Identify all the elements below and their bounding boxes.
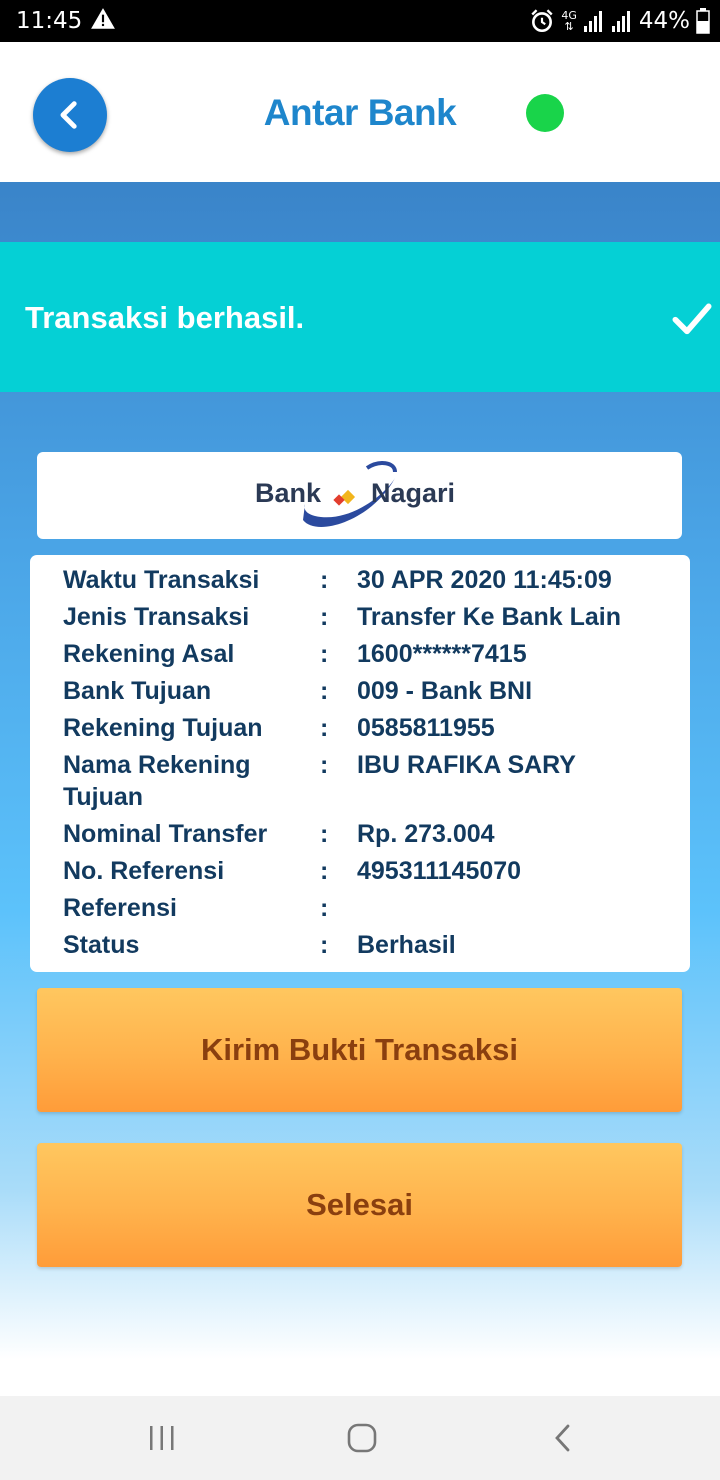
detail-separator: : xyxy=(320,603,329,631)
detail-value: 1600******7415 xyxy=(357,640,527,668)
detail-label: Status xyxy=(63,931,140,959)
success-banner: Transaksi berhasil. xyxy=(0,242,720,392)
system-nav-bar xyxy=(0,1396,720,1480)
check-icon xyxy=(672,303,712,335)
detail-row: Nama Rekening Tujuan: IBU RAFIKA SARY xyxy=(30,749,690,813)
detail-label: No. Referensi xyxy=(63,857,225,885)
detail-value: IBU RAFIKA SARY xyxy=(357,751,576,779)
network-type: 4G ⇅ xyxy=(561,9,577,33)
detail-separator: : xyxy=(320,857,329,885)
status-time: 11:45 xyxy=(16,8,83,34)
detail-value: 495311145070 xyxy=(357,857,522,885)
detail-row: Rekening Tujuan:0585811955 xyxy=(30,712,690,744)
svg-text:Bank: Bank xyxy=(255,478,322,508)
signal-icon-2 xyxy=(611,11,630,32)
signal-icon xyxy=(583,11,602,32)
detail-separator: : xyxy=(320,566,329,594)
detail-value: Transfer Ke Bank Lain xyxy=(357,603,621,631)
bank-nagari-logo: Bank Nagari xyxy=(255,461,455,527)
detail-row: Jenis Transaksi: Transfer Ke Bank Lain xyxy=(30,601,690,633)
svg-text:Nagari: Nagari xyxy=(371,478,455,508)
battery-percent: 44% xyxy=(638,8,690,34)
detail-value: 0585811955 xyxy=(357,714,495,742)
detail-separator: : xyxy=(320,894,329,922)
recents-icon[interactable] xyxy=(146,1422,178,1454)
app-header: Antar Bank xyxy=(0,42,720,182)
detail-row: Status: Berhasil xyxy=(30,929,690,961)
page-title: Antar Bank xyxy=(263,92,457,133)
detail-row: Referensi: xyxy=(30,892,690,924)
detail-label: Rekening Tujuan xyxy=(63,714,263,742)
detail-label: Jenis Transaksi xyxy=(63,603,250,631)
alarm-icon xyxy=(531,9,553,33)
main-content: Transaksi berhasil. Bank Nagari Waktu Tr… xyxy=(0,182,720,1396)
detail-value: Berhasil xyxy=(357,931,456,959)
detail-separator: : xyxy=(320,677,329,705)
warning-icon xyxy=(91,8,115,29)
detail-value: 30 APR 2020 11:45:09 xyxy=(357,566,612,594)
battery-icon xyxy=(696,8,710,34)
detail-row: Rekening Asal:1600******7415 xyxy=(30,638,690,670)
detail-label: Bank Tujuan xyxy=(63,677,212,705)
detail-row: No. Referensi:495311145070 xyxy=(30,855,690,887)
detail-label: Referensi xyxy=(63,894,177,922)
transaction-details-card: Waktu Transaksi:30 APR 2020 11:45:09 Jeni… xyxy=(30,555,690,972)
detail-value: Rp. 273.004 xyxy=(357,820,495,848)
detail-label: Rekening Asal xyxy=(63,640,235,668)
detail-separator: : xyxy=(320,820,329,848)
detail-row: Bank Tujuan:009 - Bank BNI xyxy=(30,675,690,707)
detail-label: Nominal Transfer xyxy=(63,820,268,848)
detail-row: Waktu Transaksi:30 APR 2020 11:45:09 xyxy=(30,564,690,596)
done-button[interactable]: Selesai xyxy=(37,1143,682,1267)
detail-separator: : xyxy=(320,751,329,779)
success-message: Transaksi berhasil. xyxy=(25,300,305,335)
status-icons: 4G ⇅ 44% xyxy=(529,6,710,36)
detail-label: Nama Rekening Tujuan xyxy=(63,751,251,811)
detail-value: 009 - Bank BNI xyxy=(357,677,533,705)
detail-row: Nominal Transfer: Rp. 273.004 xyxy=(30,818,690,850)
send-proof-button[interactable]: Kirim Bukti Transaksi xyxy=(37,988,682,1112)
detail-label: Waktu Transaksi xyxy=(63,566,260,594)
detail-separator: : xyxy=(320,931,329,959)
bank-logo-card: Bank Nagari xyxy=(37,452,682,539)
home-icon[interactable] xyxy=(346,1422,378,1454)
detail-separator: : xyxy=(320,714,329,742)
detail-separator: : xyxy=(320,640,329,668)
connection-status-indicator xyxy=(526,94,564,132)
back-icon[interactable] xyxy=(548,1422,580,1454)
status-bar: 11:45 4G ⇅ 44% xyxy=(0,0,720,42)
detail-value xyxy=(357,892,690,924)
